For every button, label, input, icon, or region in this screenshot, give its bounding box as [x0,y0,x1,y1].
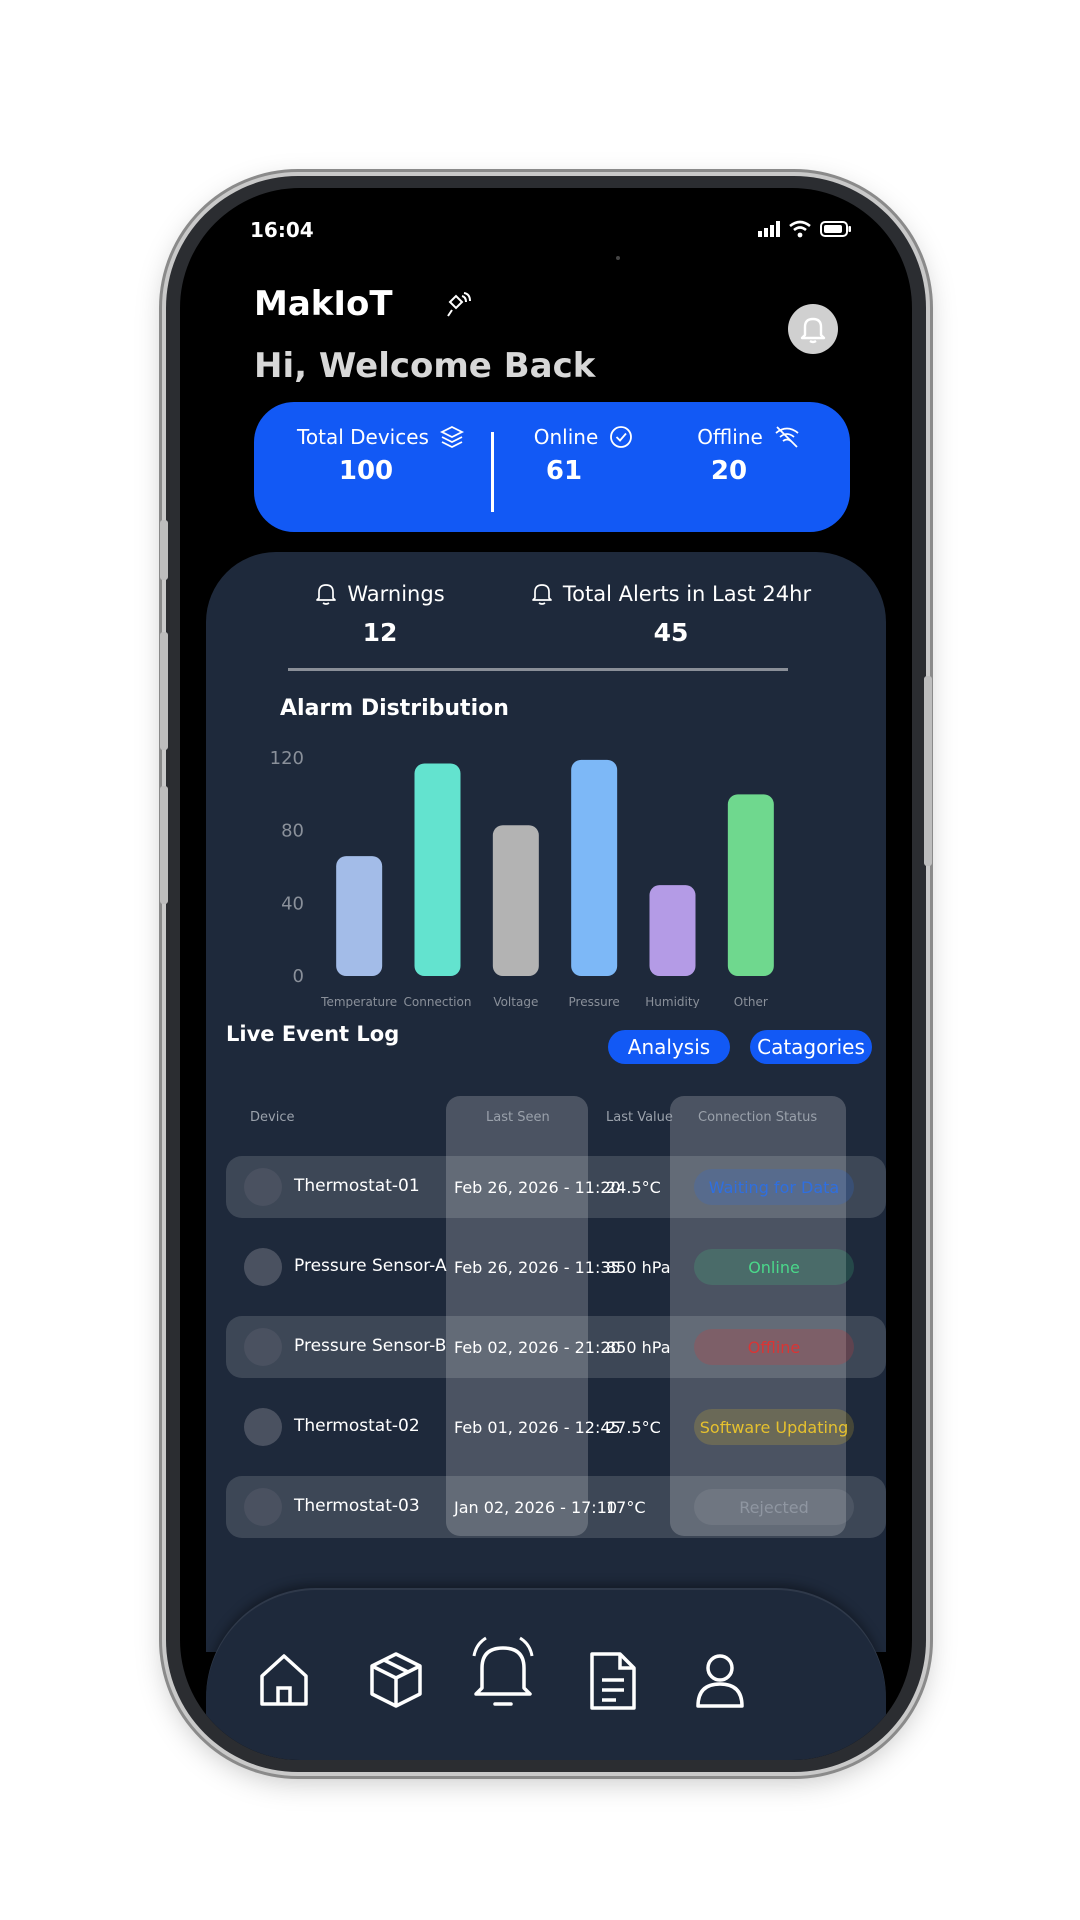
x-tick-label: Humidity [645,995,699,1008]
device-name: Thermostat-01 [294,1176,420,1196]
document-icon[interactable] [586,1650,640,1712]
bell-outline-icon [316,584,337,605]
online-stat[interactable]: Online 61 [524,424,644,486]
offline-stat[interactable]: Offline 20 [684,424,814,486]
total-alerts-stat[interactable]: Total Alerts in Last 24hr 45 [526,582,816,647]
device-avatar [244,1168,282,1206]
online-value: 61 [545,456,583,486]
device-avatar [244,1328,282,1366]
bell-outline-icon [532,584,552,605]
warnings-stat[interactable]: Warnings 12 [290,582,470,647]
offline-value: 20 [710,456,748,486]
y-tick-label: 40 [281,893,304,914]
welcome-greeting: Hi, Welcome Back [254,346,596,386]
bell-icon [800,317,826,344]
battery-icon [820,221,851,237]
x-tick-label: Other [734,995,768,1008]
last-seen: Feb 26, 2026 - 11:20 [454,1178,621,1197]
camera-dot [616,256,620,260]
status-badge: Waiting for Data [694,1169,854,1205]
column-header-device: Device [250,1110,295,1125]
last-value: 27.5°C [606,1418,661,1437]
device-avatar [244,1248,282,1286]
status-badge: Software Updating [694,1409,854,1445]
status-icons [758,220,852,238]
online-label: Online [533,425,599,449]
chart-bar-temperature[interactable] [336,856,383,976]
box-icon[interactable] [366,1650,426,1710]
wifi-off-icon [775,426,799,448]
x-tick-label: Pressure [569,995,620,1008]
notifications-button[interactable] [788,304,838,354]
app-screen: 16:04 MakIoT Hi, Welcome Back Total Devi… [180,188,912,1760]
total-devices-label: Total Devices [297,425,429,449]
status-badge: Offline [694,1329,854,1365]
y-tick-label: 120 [270,748,304,769]
phone-action-button [160,520,168,580]
x-tick-label: Voltage [493,995,538,1008]
column-header-last-seen: Last Seen [486,1110,550,1125]
last-seen: Jan 02, 2026 - 17:10 [454,1498,618,1517]
total-devices-value: 100 [338,456,394,486]
categories-button[interactable]: Catagories [750,1030,872,1064]
table-row[interactable]: Thermostat-03 Jan 02, 2026 - 17:10 17°C … [226,1476,912,1538]
device-name: Thermostat-02 [294,1416,420,1436]
table-row[interactable]: Pressure Sensor-A Feb 26, 2026 - 11:35 8… [226,1236,912,1298]
alarm-distribution-chart: 0 40 80 120 Temperature Connection Voltage Pres… [270,748,774,1008]
offline-label: Offline [697,425,763,449]
user-icon[interactable] [692,1650,748,1710]
analysis-button[interactable]: Analysis [608,1030,730,1064]
last-seen: Feb 26, 2026 - 11:35 [454,1258,621,1277]
warnings-value: 12 [362,618,398,647]
x-tick-label: Temperature [320,995,397,1008]
alarm-bell-icon[interactable] [468,1636,538,1712]
x-tick-label: Connection [404,995,472,1008]
status-badge: Rejected [694,1489,854,1525]
verified-icon [610,426,633,448]
total-alerts-value: 45 [653,618,689,647]
chart-bar-humidity[interactable] [649,885,696,976]
device-avatar [244,1408,282,1446]
last-value: 850 hPa [606,1338,671,1357]
last-value: 850 hPa [606,1258,671,1277]
last-seen: Feb 02, 2026 - 21:20 [454,1338,621,1357]
chart-bar-other[interactable] [727,794,774,976]
table-row[interactable]: Thermostat-01 Feb 26, 2026 - 11:20 24.5°… [226,1156,912,1218]
phone-volume-up-button [160,632,168,750]
y-tick-label: 80 [281,821,304,842]
satellite-icon[interactable] [444,292,472,320]
signal-icon [758,221,780,237]
panel-divider [288,668,788,671]
device-avatar [244,1488,282,1526]
last-value: 24.5°C [606,1178,661,1197]
y-tick-label: 0 [293,966,304,987]
stats-divider [491,432,494,512]
last-value: 17°C [606,1498,646,1517]
chart-bar-voltage[interactable] [492,825,539,976]
device-name: Thermostat-03 [294,1496,420,1516]
chart-bar-connection[interactable] [414,763,461,976]
table-row[interactable]: Thermostat-02 Feb 01, 2026 - 12:45 27.5°… [226,1396,912,1458]
column-header-last-value: Last Value [606,1110,673,1125]
status-time: 16:04 [250,218,314,242]
device-name: Pressure Sensor-B [294,1336,447,1356]
app-brand: MakIoT [254,284,393,324]
event-log-title: Live Event Log [226,1022,400,1046]
table-row[interactable]: Pressure Sensor-B Feb 02, 2026 - 21:20 8… [226,1316,912,1378]
wifi-icon [789,220,811,238]
home-icon[interactable] [256,1650,312,1710]
column-header-connection-status: Connection Status [698,1110,818,1125]
phone-volume-down-button [160,786,168,904]
device-name: Pressure Sensor-A [294,1256,447,1276]
layers-icon [439,425,464,449]
device-summary-card: Total Devices 100 Online 61 Offline 20 [254,402,850,532]
last-seen: Feb 01, 2026 - 12:45 [454,1418,621,1437]
phone-power-button [924,676,932,866]
status-badge: Online [694,1249,854,1285]
warnings-label: Warnings [347,582,445,606]
chart-title: Alarm Distribution [280,696,509,721]
total-alerts-label: Total Alerts in Last 24hr [562,582,812,606]
total-devices-stat[interactable]: Total Devices 100 [288,424,474,486]
chart-bar-pressure[interactable] [571,759,618,976]
